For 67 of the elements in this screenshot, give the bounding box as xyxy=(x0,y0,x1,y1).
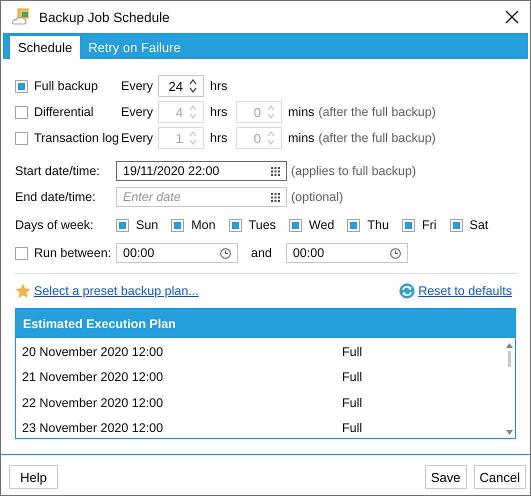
start-date-field[interactable]: 19/11/2020 22:00 xyxy=(116,161,287,181)
mins-label: mins xyxy=(288,131,314,145)
refresh-icon xyxy=(399,283,416,299)
field-label: Days of week: xyxy=(15,218,95,232)
checkbox-label: Transaction log xyxy=(34,131,119,145)
type-cell: Full xyxy=(342,344,362,359)
calendar-icon[interactable] xyxy=(271,166,280,176)
every-label: Every xyxy=(121,79,154,93)
panel-header: Estimated Execution Plan xyxy=(16,309,515,338)
checkbox[interactable] xyxy=(347,218,360,232)
hint-text: (optional) xyxy=(291,190,344,204)
every-label: Every xyxy=(121,105,154,119)
end-date-field[interactable]: Enter date xyxy=(116,187,287,207)
calendar-icon[interactable] xyxy=(271,192,280,202)
cancel-button[interactable]: Cancel xyxy=(474,465,526,489)
date-cell-text: 22 November 2020 12:00 xyxy=(22,396,164,410)
clock-icon[interactable] xyxy=(220,248,231,258)
save-button[interactable]: Save xyxy=(424,465,467,489)
checkbox[interactable] xyxy=(450,218,463,232)
scroll-down-arrow-icon[interactable] xyxy=(506,430,512,435)
checkbox-label: Differential xyxy=(34,105,94,119)
type-cell: Full xyxy=(342,421,362,436)
time-field[interactable]: 00:00 xyxy=(116,243,238,263)
date-cell-text: 23 November 2020 12:00 xyxy=(22,421,164,436)
hrs-label: hrs xyxy=(210,79,228,93)
checkbox-label: Run between: xyxy=(34,246,112,260)
checkbox[interactable] xyxy=(228,218,242,232)
checkbox[interactable] xyxy=(15,246,28,260)
checkbox-label: Sun xyxy=(136,218,158,232)
scrollbar-thumb[interactable] xyxy=(508,351,510,367)
checkbox[interactable] xyxy=(402,218,415,232)
close-icon[interactable] xyxy=(505,10,519,24)
hint-text: (after the full backup) xyxy=(318,105,436,119)
time-field[interactable]: 00:00 xyxy=(286,243,408,263)
checkbox-label: Tues xyxy=(248,218,276,232)
hrs-label: hrs xyxy=(210,105,228,119)
tab[interactable]: Schedule xyxy=(10,36,80,59)
and-label: and xyxy=(251,246,272,260)
date-cell-text: 20 November 2020 12:00 xyxy=(22,344,164,359)
field-label: Start date/time: xyxy=(15,164,101,178)
hours-spinner[interactable]: 24 xyxy=(158,75,204,97)
checkbox-label: Sat xyxy=(470,218,488,232)
checkbox-label: Fri xyxy=(422,218,437,232)
preset-link[interactable]: Select a preset backup plan... xyxy=(34,284,199,298)
mins-label: mins xyxy=(288,105,314,119)
checkbox[interactable] xyxy=(288,218,302,232)
every-label: Every xyxy=(121,131,154,145)
checkbox-label: Wed xyxy=(308,218,334,232)
window-title: Backup Job Schedule xyxy=(39,10,171,24)
clock-icon[interactable] xyxy=(390,248,401,258)
field-label: End date/time: xyxy=(15,190,97,204)
date-cell-text: 21 November 2020 12:00 xyxy=(22,370,164,384)
checkbox[interactable] xyxy=(116,218,129,232)
help-button[interactable]: Help xyxy=(9,465,58,489)
type-cell: Full xyxy=(342,396,362,410)
reset-link[interactable]: Reset to defaults xyxy=(418,284,512,298)
checkbox-label: Mon xyxy=(191,218,216,232)
star-icon xyxy=(15,283,31,299)
type-cell: Full xyxy=(342,370,362,384)
hint-text: (after the full backup) xyxy=(318,131,436,145)
checkbox-label: Full backup xyxy=(34,79,98,93)
checkbox[interactable] xyxy=(15,80,28,92)
checkbox-label: Thu xyxy=(367,218,389,232)
hrs-label: hrs xyxy=(210,131,228,145)
checkbox[interactable] xyxy=(171,218,184,232)
hint-text: (applies to full backup) xyxy=(291,164,416,178)
scroll-up-arrow-icon[interactable] xyxy=(506,343,512,348)
